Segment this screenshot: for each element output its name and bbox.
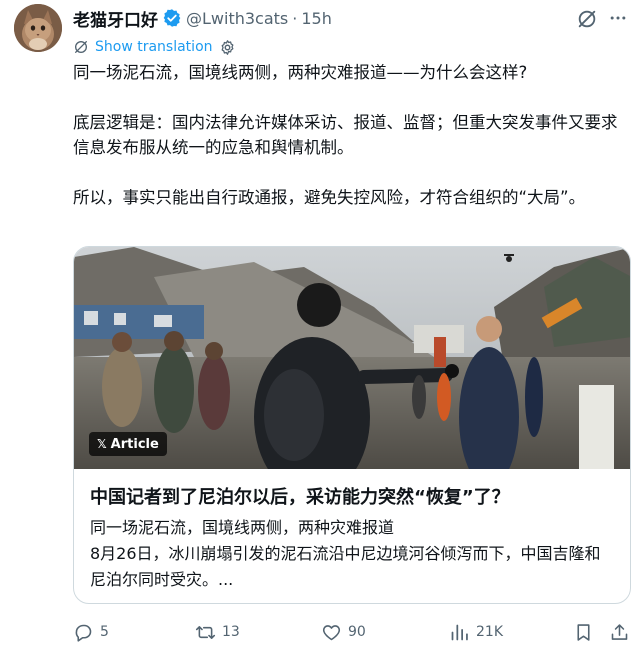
retweet-count: 13 [222,624,240,640]
like-count: 90 [348,624,366,640]
reply-count: 5 [100,624,109,640]
show-translation-row[interactable]: Show translation [73,37,236,57]
post-header: 老猫牙口好 @Lwith3cats · 15h [73,6,628,31]
views-button[interactable]: 21K [449,620,503,644]
views-icon [451,624,468,640]
article-title[interactable]: 中国记者到了尼泊尔以后，采访能力突然“恢复”了？ [90,483,618,509]
bookmark-button[interactable] [573,620,600,644]
timestamp[interactable]: 15h [301,9,332,28]
article-card[interactable]: 𝕏 Article 中国记者到了尼泊尔以后，采访能力突然“恢复”了？ 同一场泥石… [73,246,631,604]
action-bar: 5 13 90 21K [73,620,633,644]
bookmark-icon [577,623,590,641]
article-badge-label: Article [110,436,159,452]
retweet-button[interactable]: 13 [195,620,240,644]
heart-icon [322,624,341,640]
post-paragraph: 同一场泥石流，国境线两侧，两种灾难报道——为什么会这样? [73,63,528,82]
reply-icon [75,624,92,642]
share-button[interactable] [609,620,636,644]
gear-icon[interactable] [219,39,236,56]
x-logo-icon: 𝕏 [97,437,107,451]
article-cover-image[interactable]: 𝕏 Article [74,247,630,469]
article-desc-line: 同一场泥石流，国境线两侧，两种灾难报道 [90,518,395,537]
post-text: 同一场泥石流，国境线两侧，两种灾难报道——为什么会这样? 底层逻辑是：国内法律允… [73,60,621,210]
verified-badge-icon[interactable] [162,8,182,28]
article-badge: 𝕏 Article [89,432,167,456]
translate-icon [75,41,87,53]
post-paragraph: 所以，事实只能出自行政通报，避免失控风险，才符合组织的“大局”。 [73,188,586,207]
handle[interactable]: @Lwith3cats [186,9,288,28]
views-count: 21K [476,624,503,640]
reply-button[interactable]: 5 [73,620,109,644]
retweet-icon [195,625,216,639]
grok-icon[interactable] [576,8,598,30]
like-button[interactable]: 90 [321,620,366,644]
avatar[interactable] [14,4,62,52]
article-desc-line: 8月26日，冰川崩塌引发的泥石流沿中尼边境河谷倾泻而下，中国吉隆和尼泊尔同时受灾… [90,544,601,589]
share-icon [611,623,628,640]
show-translation-link[interactable]: Show translation [95,39,213,55]
article-description: 同一场泥石流，国境线两侧，两种灾难报道 8月26日，冰川崩塌引发的泥石流沿中尼边… [90,515,616,593]
avatar-cat-image [14,4,62,52]
post-paragraph: 底层逻辑是：国内法律允许媒体采访、报道、监督；但重大突发事件又要求信息发布服从统… [73,113,618,157]
more-icon[interactable] [608,8,628,28]
display-name[interactable]: 老猫牙口好 [73,6,158,31]
separator-dot: · [292,8,298,28]
